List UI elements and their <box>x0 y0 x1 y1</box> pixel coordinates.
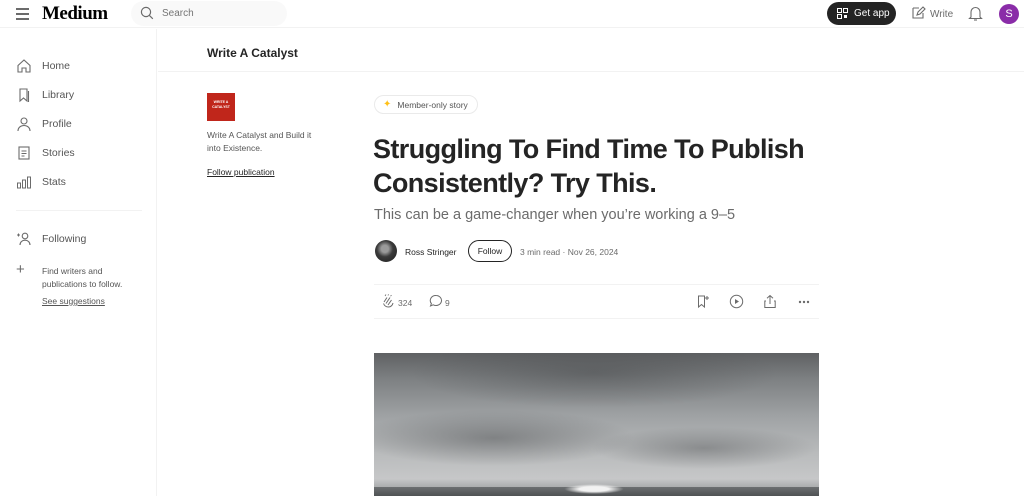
follow-author-button[interactable]: Follow <box>468 240 512 262</box>
article-title: Struggling To Find Time To Publish Consi… <box>373 134 805 198</box>
publication-description: Write A Catalyst and Build it into Exist… <box>207 130 312 153</box>
breaking-wave <box>564 484 624 494</box>
comment-icon <box>429 294 442 307</box>
publication-header-divider <box>158 71 1024 72</box>
qr-code-icon <box>837 8 848 19</box>
sidebar-item-label: Following <box>42 233 87 245</box>
star-icon: ✦ <box>383 99 392 110</box>
save-button[interactable] <box>696 294 710 310</box>
storm-clouds <box>374 353 819 496</box>
publication-logo[interactable]: WRITE A CATALYST <box>207 93 235 121</box>
publication-title[interactable]: Write A Catalyst <box>207 46 298 60</box>
member-only-badge: ✦ Member-only story <box>374 95 478 114</box>
clap-icon <box>383 294 394 308</box>
article-meta: 3 min read · Nov 26, 2024 <box>520 247 619 257</box>
sidebar-item-label: Stories <box>42 147 75 159</box>
listen-button[interactable] <box>729 294 744 310</box>
search-bar[interactable]: Search <box>131 1 287 26</box>
sidebar-item-label: Home <box>42 60 71 72</box>
sidebar-item-label: Stats <box>42 176 66 188</box>
left-sidebar: Home Library Profile Stories Stats Follo… <box>0 29 157 496</box>
following-icon <box>17 232 31 246</box>
more-icon <box>798 300 810 304</box>
action-bar-divider-top <box>374 284 819 285</box>
top-navigation-bar: Medium Search Get app Write S <box>0 0 1024 28</box>
document-icon <box>18 146 30 160</box>
responses-button[interactable]: 9 <box>429 294 457 310</box>
find-writers-text: Find writers and publications to follow. <box>42 266 123 289</box>
share-button[interactable] <box>763 294 777 310</box>
share-icon <box>764 294 776 308</box>
see-suggestions-link[interactable]: See suggestions <box>42 296 105 306</box>
write-label: Write <box>930 9 954 20</box>
home-icon <box>17 59 31 73</box>
member-only-label: Member-only story <box>397 99 468 110</box>
author-avatar[interactable] <box>375 240 397 262</box>
plus-icon: + <box>16 261 25 278</box>
pencil-square-icon <box>912 6 926 19</box>
author-name[interactable]: Ross Stringer <box>405 247 457 257</box>
bell-icon[interactable] <box>968 5 983 22</box>
search-input[interactable]: Search <box>162 8 194 19</box>
sidebar-item-label: Library <box>42 89 75 101</box>
clap-count: 324 <box>398 298 413 308</box>
bar-chart-icon <box>17 176 31 189</box>
get-app-button[interactable]: Get app <box>827 2 896 25</box>
user-icon <box>17 117 31 132</box>
action-bar-divider-bottom <box>374 318 819 319</box>
publication-logo-text: WRITE A CATALYST <box>212 100 230 109</box>
response-count: 9 <box>445 298 450 308</box>
article-hero-image <box>374 353 819 496</box>
play-icon <box>729 294 744 309</box>
bookmark-add-icon <box>698 295 709 309</box>
medium-logo[interactable]: Medium <box>42 3 108 25</box>
bookmark-icon <box>19 88 30 103</box>
follow-publication-link[interactable]: Follow publication <box>207 167 275 177</box>
more-options-button[interactable] <box>797 294 811 310</box>
user-avatar[interactable]: S <box>999 4 1019 24</box>
sidebar-item-label: Profile <box>42 118 72 130</box>
get-app-label: Get app <box>854 8 890 19</box>
menu-icon[interactable] <box>16 8 29 20</box>
search-icon <box>140 6 154 20</box>
sidebar-divider <box>16 210 142 211</box>
clap-button[interactable]: 324 <box>381 294 421 310</box>
article-subtitle: This can be a game-changer when you’re w… <box>374 207 736 223</box>
